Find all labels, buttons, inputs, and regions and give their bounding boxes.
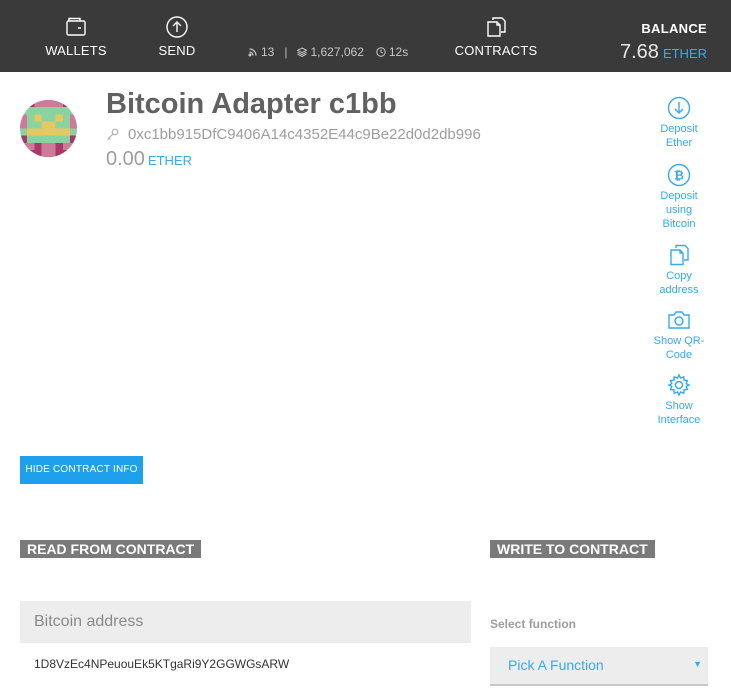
block-number: 1,627,062: [310, 45, 364, 59]
arrow-down-circle-icon: [667, 96, 691, 120]
deposit-bitcoin-button[interactable]: ₿ Deposit using Bitcoin: [646, 163, 712, 231]
balance-value: 7.68: [620, 41, 659, 63]
balance-label: BALANCE: [641, 21, 707, 36]
signal-icon: [248, 48, 257, 57]
select-function-dropdown[interactable]: Pick A Function ▼: [490, 647, 708, 686]
show-interface-line2: Interface: [657, 414, 701, 426]
block-status: 1,627,062: [297, 45, 364, 59]
show-qr-line1: Show QR-: [653, 335, 705, 347]
contract-balance-unit: ETHER: [147, 153, 192, 168]
show-qr-code-button[interactable]: Show QR- Code: [646, 308, 712, 362]
contracts-icon: [487, 16, 506, 37]
show-interface-line1: Show: [665, 400, 693, 412]
contract-address-text: 0xc1bb915DfC9406A14c4352E44c9Be22d0d2db9…: [128, 126, 481, 143]
read-field-label: Bitcoin address: [20, 601, 471, 643]
show-qr-line2: Code: [665, 349, 693, 361]
nav-wallets-button[interactable]: WALLETS: [36, 0, 116, 72]
deposit-ether-button[interactable]: Deposit Ether: [646, 96, 712, 150]
read-field-value: 1D8VzEc4NPeuouEk5KTgaRi9Y2GGWGsARW: [20, 643, 471, 700]
copy-address-line1: Copy: [666, 270, 692, 282]
gear-icon: [667, 373, 691, 397]
chevron-down-icon: ▼: [693, 659, 702, 669]
deposit-ether-line1: Deposit: [660, 123, 698, 135]
copy-icon: [670, 244, 689, 266]
peers-status: 13: [248, 45, 274, 59]
arrow-up-circle-icon: [166, 15, 188, 38]
copy-address-button[interactable]: Copy address: [646, 243, 712, 297]
contract-title: Bitcoin Adapter c1bb: [106, 88, 397, 120]
peers-count: 13: [261, 45, 275, 59]
deposit-bitcoin-line3: Bitcoin: [662, 218, 696, 230]
nav-contracts-button[interactable]: CONTRACTS: [448, 0, 544, 72]
layers-icon: [297, 47, 308, 57]
deposit-bitcoin-line2: using: [665, 204, 693, 216]
time-since-block: 12s: [388, 45, 409, 59]
contract-balance: 0.00 ETHER: [106, 148, 192, 171]
network-status: 13 | 1,627,062 12s: [248, 45, 408, 59]
clock-icon: [376, 47, 386, 57]
wallet-icon: [66, 17, 86, 36]
camera-icon: [668, 311, 690, 329]
deposit-bitcoin-line1: Deposit: [660, 190, 698, 202]
balance-unit: ETHER: [662, 46, 707, 61]
nav-send-label: SEND: [158, 42, 196, 58]
nav-send-button[interactable]: SEND: [142, 0, 212, 72]
read-from-contract-heading: READ FROM CONTRACT: [20, 540, 202, 558]
nav-wallets-label: WALLETS: [45, 42, 107, 58]
time-status: 12s: [376, 45, 408, 59]
status-separator: |: [284, 45, 288, 59]
balance-row: 7.68 ETHER: [620, 41, 707, 64]
write-to-contract-heading: WRITE TO CONTRACT: [490, 540, 655, 558]
select-function-label: Select function: [490, 617, 577, 631]
copy-address-line2: address: [659, 284, 699, 296]
deposit-ether-line2: Ether: [665, 137, 693, 149]
identicon-avatar: [20, 100, 77, 157]
header-balance: BALANCE 7.68 ETHER: [620, 21, 707, 64]
key-icon: [107, 128, 119, 140]
bitcoin-icon: ₿: [667, 163, 691, 187]
top-bar: WALLETS SEND 13 | 1,627,062 12s CONTRACT…: [0, 0, 731, 72]
nav-contracts-label: CONTRACTS: [454, 42, 538, 58]
read-panel: Bitcoin address 1D8VzEc4NPeuouEk5KTgaRi9…: [20, 601, 471, 700]
hide-contract-info-button[interactable]: HIDE CONTRACT INFO: [20, 456, 143, 484]
svg-text:₿: ₿: [674, 169, 684, 183]
show-interface-button[interactable]: Show Interface: [646, 373, 712, 427]
contract-balance-value: 0.00: [106, 148, 145, 170]
select-function-value: Pick A Function: [508, 657, 604, 673]
contract-identicon: [20, 100, 77, 157]
contract-address[interactable]: 0xc1bb915DfC9406A14c4352E44c9Be22d0d2db9…: [106, 126, 481, 143]
